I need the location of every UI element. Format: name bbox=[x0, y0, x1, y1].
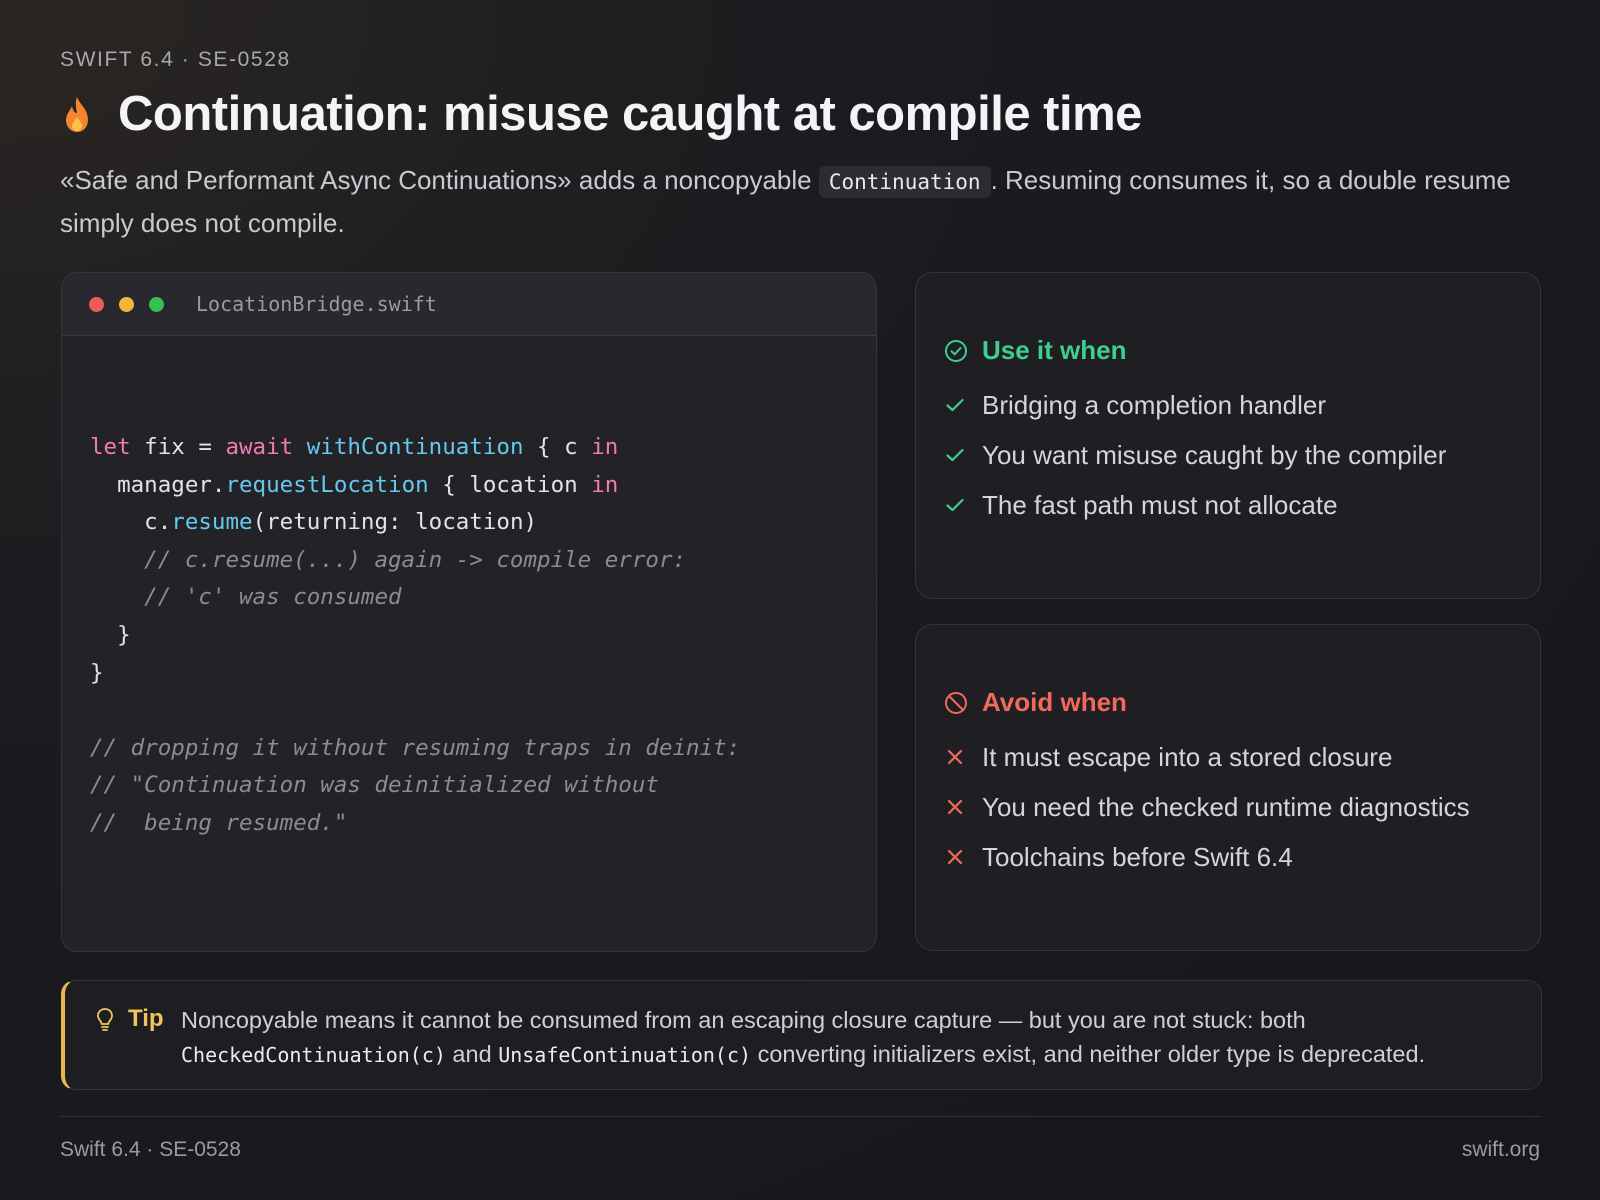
tip-code: CheckedContinuation(c) bbox=[181, 1043, 446, 1067]
tip-text-part: converting initializers exist, and neith… bbox=[751, 1041, 1426, 1067]
code-token: c. bbox=[144, 509, 172, 536]
list-item: Toolchains before Swift 6.4 bbox=[944, 832, 1470, 882]
cross-icon bbox=[947, 799, 963, 815]
checkmark-icon bbox=[946, 398, 964, 412]
lede-text: «Safe and Performant Async Continuations… bbox=[60, 165, 819, 195]
close-dot-icon bbox=[89, 296, 104, 312]
list-item-label: Toolchains before Swift 6.4 bbox=[982, 841, 1293, 872]
list-item: Bridging a completion handler bbox=[944, 380, 1446, 430]
code-comment: // c.resume(...) again -> compile error:… bbox=[144, 546, 687, 611]
tip-callout: Tip Noncopyable means it cannot be consu… bbox=[61, 980, 1542, 1090]
minimize-dot-icon bbox=[119, 296, 134, 312]
tip-code: UnsafeContinuation(c) bbox=[498, 1043, 752, 1067]
code-token: await bbox=[225, 434, 294, 460]
code-card-header: LocationBridge.swift bbox=[62, 273, 876, 336]
code-token: resume bbox=[171, 509, 253, 536]
code-token: withContinuation bbox=[306, 434, 524, 460]
maximize-dot-icon bbox=[149, 296, 164, 312]
code-token: in bbox=[591, 434, 619, 460]
code-token: in bbox=[591, 471, 619, 498]
lede-code: Continuation bbox=[818, 166, 991, 198]
code-token: { c bbox=[523, 434, 592, 460]
avoid-panel-heading: Avoid when bbox=[944, 687, 1127, 718]
page-title: Continuation: misuse caught at compile t… bbox=[118, 87, 1142, 141]
footer-link[interactable]: swift.org bbox=[1462, 1138, 1540, 1162]
list-item: You need the checked runtime diagnostics bbox=[944, 782, 1470, 832]
avoid-when-panel: Avoid when It must escape into a stored … bbox=[915, 624, 1541, 951]
checkmark-icon bbox=[946, 498, 964, 512]
list-item-label: The fast path must not allocate bbox=[982, 489, 1338, 520]
lightbulb-icon bbox=[97, 1008, 113, 1031]
cross-icon bbox=[947, 749, 963, 765]
footer-divider bbox=[60, 1116, 1540, 1117]
list-item-label: Bridging a completion handler bbox=[982, 389, 1326, 420]
eyebrow-label: SWIFT 6.4 · SE-0528 bbox=[60, 48, 291, 71]
list-item: It must escape into a stored closure bbox=[944, 732, 1470, 782]
lede-paragraph: «Safe and Performant Async Continuations… bbox=[60, 160, 1540, 244]
check-circle-icon bbox=[945, 339, 967, 362]
code-comment: // dropping it without resuming traps in… bbox=[90, 734, 741, 836]
use-panel-title: Use it when bbox=[982, 335, 1127, 365]
code-token: requestLocation bbox=[225, 471, 429, 498]
list-item-label: You need the checked runtime diagnostics bbox=[982, 791, 1470, 822]
flame-icon bbox=[66, 97, 88, 132]
list-item-label: You want misuse caught by the compiler bbox=[982, 439, 1447, 470]
code-token: manager. bbox=[117, 471, 226, 498]
code-token: } } bbox=[90, 621, 131, 686]
code-token: { location bbox=[428, 471, 592, 498]
cross-icon bbox=[947, 849, 963, 865]
code-block: let fix = await withContinuation { c in … bbox=[90, 429, 740, 843]
list-item-label: It must escape into a stored closure bbox=[982, 741, 1393, 772]
use-panel-heading: Use it when bbox=[944, 335, 1126, 366]
tip-label: Tip bbox=[128, 1005, 164, 1032]
checkmark-icon bbox=[946, 448, 964, 462]
use-it-when-panel: Use it when Bridging a completion handle… bbox=[915, 272, 1541, 599]
code-token: (returning: location) bbox=[252, 509, 538, 536]
list-item: The fast path must not allocate bbox=[944, 480, 1446, 530]
code-token: fix = bbox=[130, 434, 226, 460]
avoid-panel-title: Avoid when bbox=[982, 687, 1127, 717]
use-list: Bridging a completion handler You want m… bbox=[944, 380, 1446, 530]
title-row: Continuation: misuse caught at compile t… bbox=[60, 86, 1142, 142]
tip-text: Noncopyable means it cannot be consumed … bbox=[181, 1003, 1521, 1072]
avoid-list: It must escape into a stored closure You… bbox=[944, 732, 1470, 882]
footer-label: Swift 6.4 · SE-0528 bbox=[60, 1138, 241, 1161]
tip-text-part: Noncopyable means it cannot be consumed … bbox=[181, 1007, 1306, 1033]
list-item: You want misuse caught by the compiler bbox=[944, 430, 1446, 480]
prohibited-icon bbox=[945, 691, 967, 714]
code-card: LocationBridge.swift let fix = await wit… bbox=[61, 272, 877, 952]
tip-text-part: and bbox=[445, 1041, 499, 1067]
code-filename: LocationBridge.swift bbox=[196, 292, 437, 316]
code-token: let bbox=[90, 434, 131, 460]
